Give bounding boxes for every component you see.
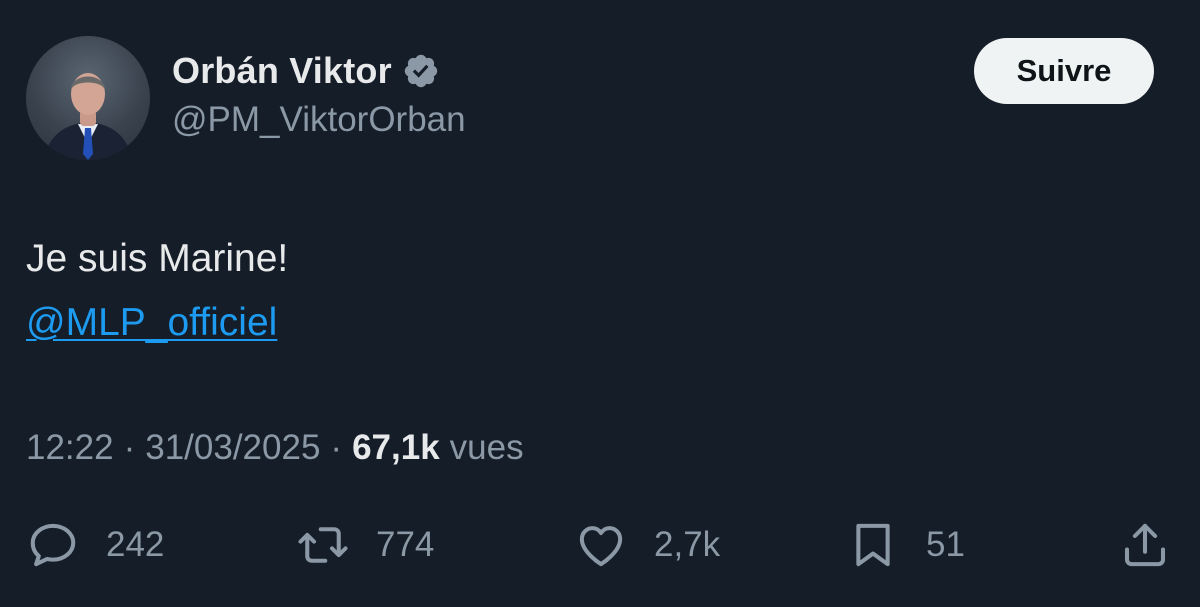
retweet-icon [298,527,348,563]
reply-button[interactable]: 242 [26,515,164,575]
tweet-time[interactable]: 12:22 [26,428,114,468]
views-label[interactable]: vues [450,428,524,468]
verified-badge-icon[interactable] [402,52,440,90]
bookmark-icon [856,523,890,567]
like-button[interactable]: 2,7k [574,515,720,575]
author-handle[interactable]: @PM_ViktorOrban [172,100,466,140]
mention-link[interactable]: @MLP_officiel [26,300,277,347]
avatar-portrait-image [44,73,132,160]
follow-button[interactable]: Suivre [974,38,1154,104]
tweet-date[interactable]: 31/03/2025 [145,428,320,468]
meta-separator: · [123,428,136,467]
action-bar: 242 774 2,7k 51 [0,515,1200,575]
reply-icon [30,523,76,567]
share-button[interactable] [1118,515,1172,575]
retweet-button[interactable]: 774 [296,515,434,575]
like-count: 2,7k [654,525,721,564]
author-name-row: Orbán Viktor [172,48,440,94]
bookmark-button[interactable]: 51 [846,515,965,575]
meta-separator: · [330,428,343,467]
retweet-count: 774 [376,525,435,564]
avatar[interactable] [26,36,150,160]
heart-icon [579,526,623,567]
tweet-card: Orbán Viktor @PM_ViktorOrban Suivre Je s… [0,0,1200,607]
author-display-name[interactable]: Orbán Viktor [172,50,392,92]
tweet-meta: 12:22 · 31/03/2025 · 67,1k vues [26,428,524,468]
bookmark-count: 51 [926,525,965,564]
views-count[interactable]: 67,1k [352,428,440,468]
share-icon [1124,523,1166,567]
tweet-text: Je suis Marine! [26,237,289,280]
reply-count: 242 [106,525,165,564]
